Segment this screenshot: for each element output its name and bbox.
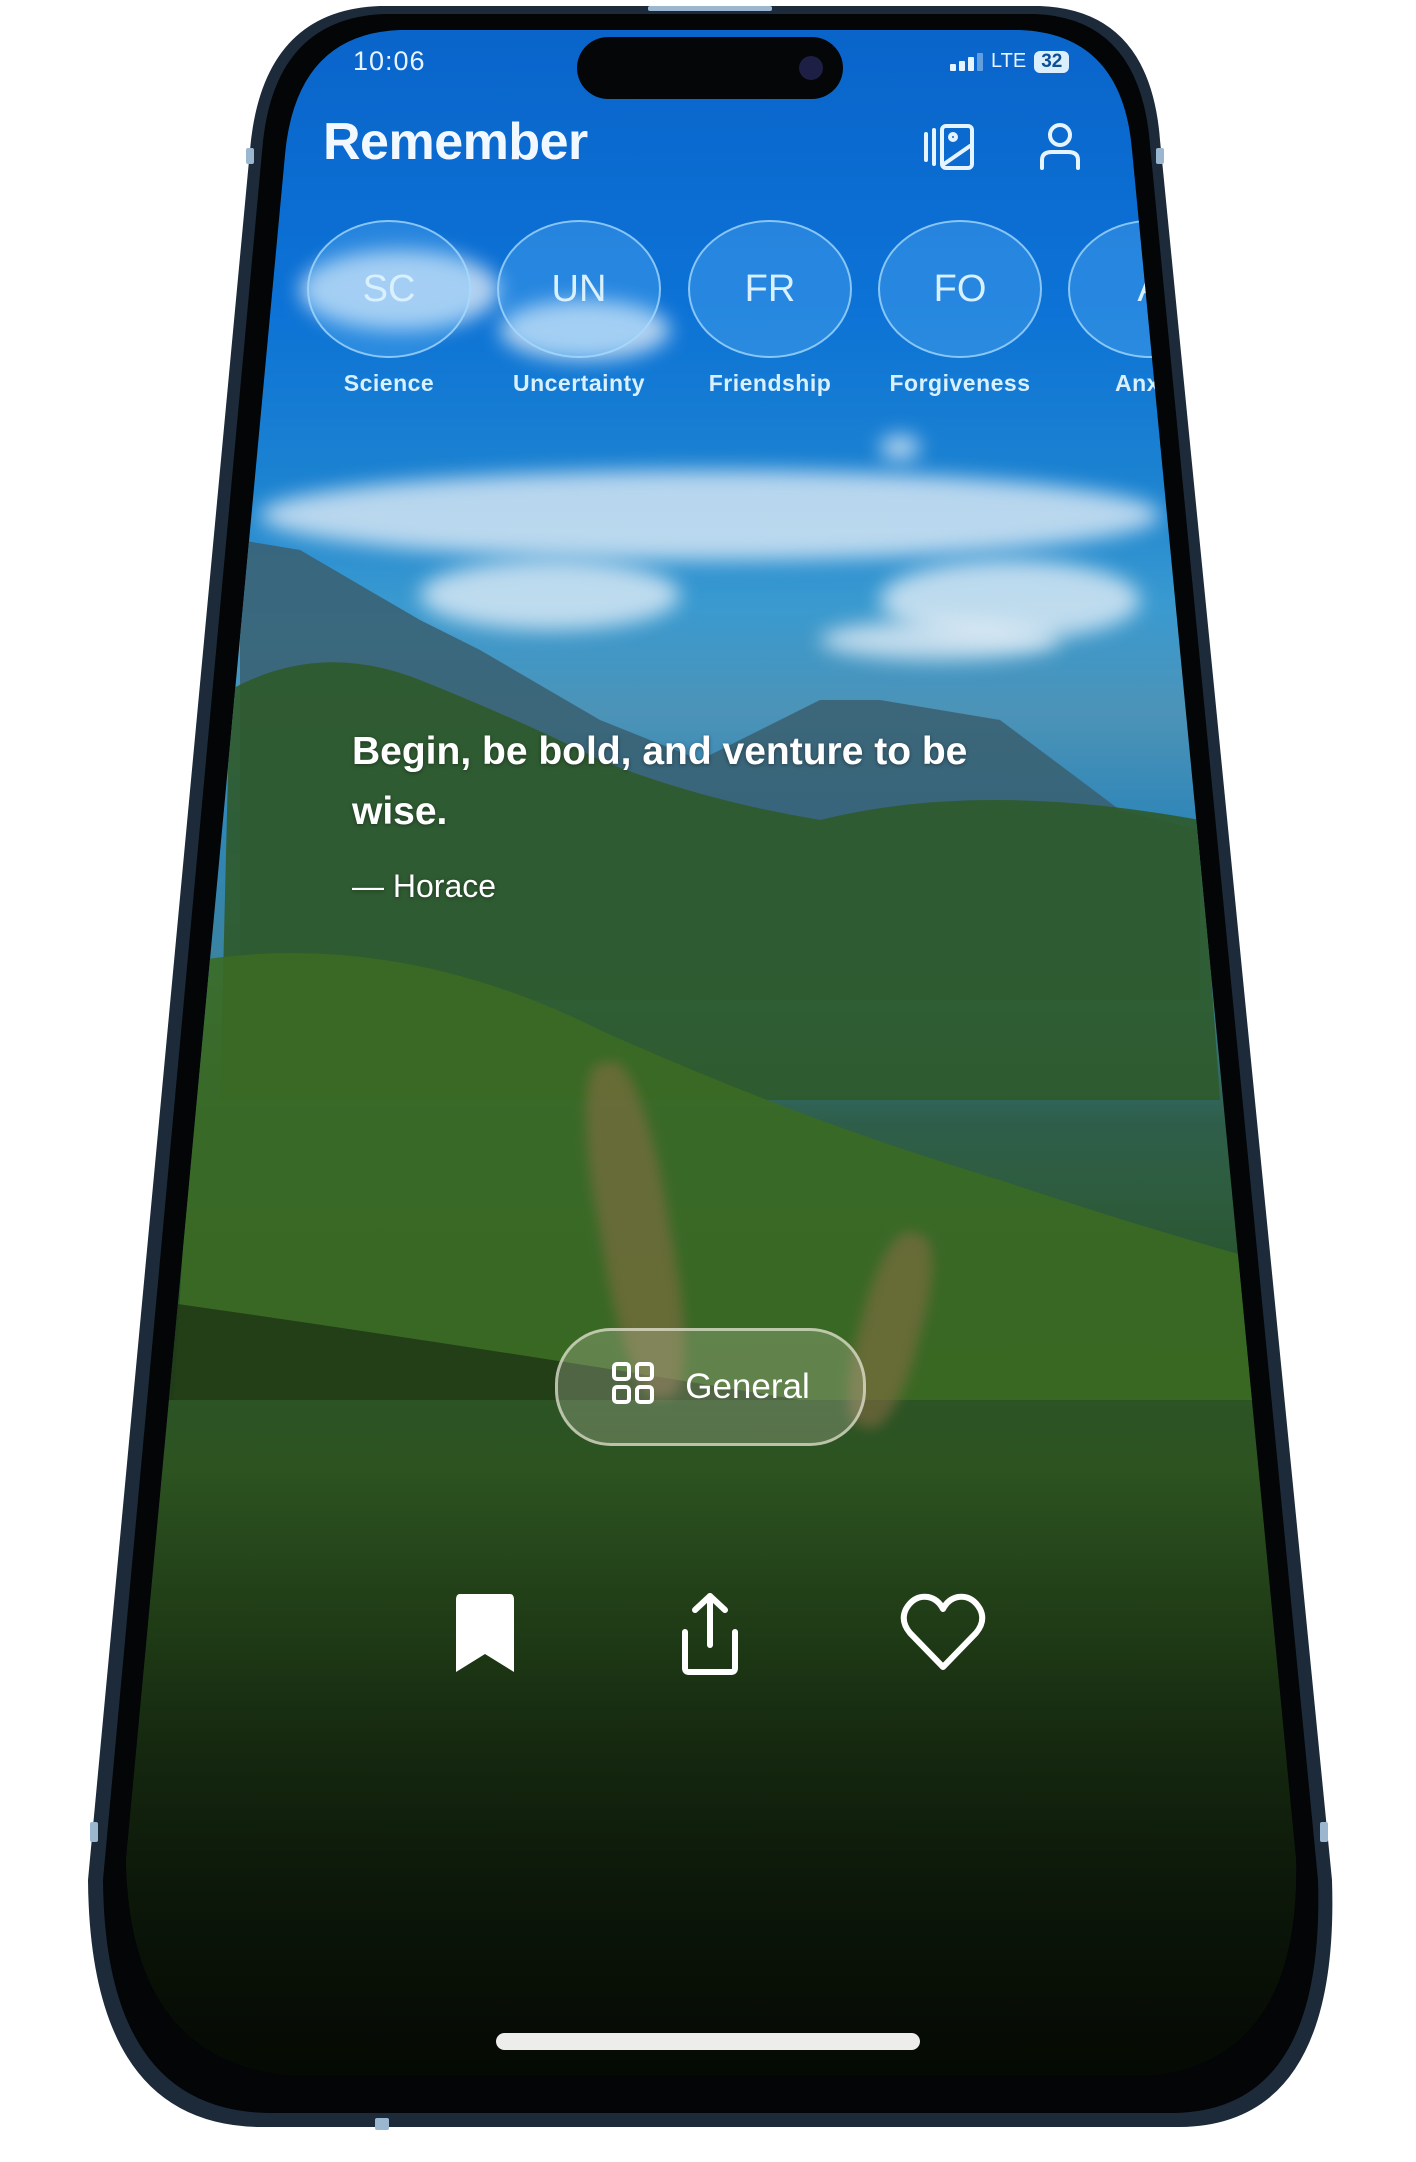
topic-label: Anx xyxy=(1115,370,1160,396)
share-button[interactable] xyxy=(665,1588,755,1678)
category-button[interactable]: General xyxy=(555,1328,866,1446)
topic-label: Friendship xyxy=(708,370,832,396)
bookmark-icon xyxy=(454,1590,516,1676)
topic-uncertainty[interactable]: UN Uncertainty xyxy=(484,220,674,397)
app-title: Remember xyxy=(323,113,588,171)
side-button xyxy=(246,148,254,164)
side-button xyxy=(90,1822,98,1842)
topic-avatar: FO xyxy=(878,220,1042,358)
topic-avatar: UN xyxy=(497,220,661,358)
quote-text: Begin, be bold, and venture to be wise. xyxy=(352,730,968,833)
grid-icon xyxy=(611,1361,655,1414)
status-time: 10:06 xyxy=(353,46,426,76)
topic-avatar: SC xyxy=(307,220,471,358)
network-label: LTE xyxy=(991,50,1027,72)
topic-science[interactable]: SC Science xyxy=(294,220,484,397)
heart-icon xyxy=(900,1593,986,1673)
battery-icon: 32 xyxy=(1034,51,1069,73)
signal-icon xyxy=(950,53,983,71)
bookmark-button[interactable] xyxy=(440,1588,530,1678)
share-icon xyxy=(675,1590,745,1676)
quote-author: — Horace xyxy=(352,868,497,904)
screen: 10:06 LTE 32 Remember SC Science UN Unce… xyxy=(0,0,1416,2162)
topic-forgiveness[interactable]: FO Forgiveness xyxy=(865,220,1055,397)
topic-friendship[interactable]: FR Friendship xyxy=(675,220,865,397)
home-indicator[interactable] xyxy=(496,2033,920,2050)
category-label: General xyxy=(685,1367,810,1406)
top-speaker-highlight xyxy=(648,6,772,11)
camera-icon xyxy=(799,56,823,80)
topic-label: Science xyxy=(343,370,435,396)
profile-icon[interactable] xyxy=(1032,122,1088,172)
antenna-band xyxy=(375,2118,389,2130)
status-indicators: LTE 32 xyxy=(950,50,1069,73)
side-button xyxy=(1320,1822,1328,1842)
topic-label: Uncertainty xyxy=(512,370,646,396)
topic-label: Forgiveness xyxy=(889,370,1031,396)
like-button[interactable] xyxy=(898,1588,988,1678)
gallery-icon[interactable] xyxy=(922,122,978,172)
dynamic-island xyxy=(577,37,843,99)
side-button xyxy=(1156,148,1164,164)
topic-avatar: FR xyxy=(688,220,852,358)
